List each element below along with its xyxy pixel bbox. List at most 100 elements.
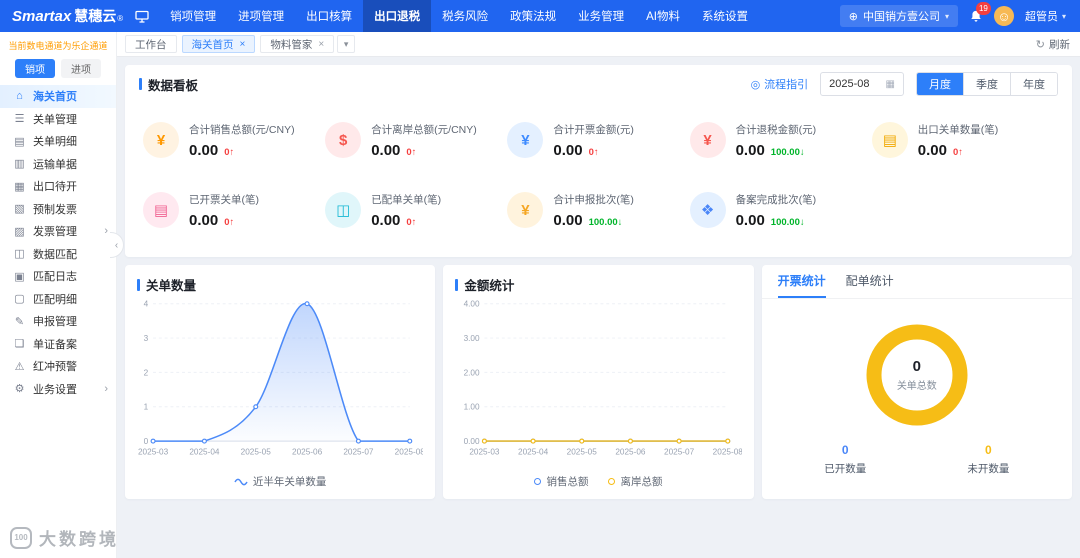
svg-text:2: 2 bbox=[144, 368, 149, 377]
sidebar-item[interactable]: ▨发票管理› bbox=[0, 220, 116, 243]
svg-text:2.00: 2.00 bbox=[464, 368, 480, 377]
refresh-button[interactable]: ↻ 刷新 bbox=[1036, 37, 1070, 52]
legend-fob-total[interactable]: 离岸总额 bbox=[608, 474, 662, 489]
tax-refund-icon: ¥ bbox=[690, 122, 726, 158]
workbench-monitor-icon[interactable] bbox=[135, 10, 149, 23]
stat-delta: 100.00↓ bbox=[771, 147, 805, 158]
sidebar-item[interactable]: ⚠红冲预警 bbox=[0, 355, 116, 378]
process-guide-link[interactable]: ◎ 流程指引 bbox=[751, 76, 809, 92]
sidebar-item[interactable]: ✎申报管理 bbox=[0, 310, 116, 333]
stat-item: ¥合计申报批次(笔)0.00100.00↓ bbox=[507, 181, 689, 239]
amount-stats-header: 金额统计 bbox=[455, 275, 741, 294]
chevron-right-icon: › bbox=[104, 225, 108, 237]
page-tab[interactable]: 物料管家 × bbox=[260, 35, 334, 53]
export-pending-icon: ▦ bbox=[13, 180, 26, 193]
svg-text:2025-04: 2025-04 bbox=[189, 448, 220, 457]
company-selector[interactable]: ⊕ 中国销方壹公司 ▾ bbox=[840, 5, 958, 27]
declaration-list-icon: ☰ bbox=[13, 112, 26, 125]
stat-item: ¥合计销售总额(元/CNY)0.000↑ bbox=[143, 111, 325, 169]
topbar-menu: 销项管理进项管理出口核算出口退税税务风险政策法规业务管理AI物料系统设置 bbox=[159, 0, 759, 32]
sidebar: 当前数电通道为乐企通道 销项进项 ⌂海关首页☰关单管理▤关单明细▥运输单据▦出口… bbox=[0, 32, 117, 558]
period-button[interactable]: 年度 bbox=[1010, 73, 1057, 95]
watermark-text: 大数跨境 bbox=[39, 525, 119, 550]
stat-item: ◫已配单关单(笔)0.000↑ bbox=[325, 181, 507, 239]
sidebar-item[interactable]: ▣匹配日志 bbox=[0, 265, 116, 288]
stat-label: 合计申报批次(笔) bbox=[553, 192, 634, 207]
sidebar-item-label: 匹配明细 bbox=[33, 291, 77, 307]
declaration-count-legend: 近半年关单数量 bbox=[137, 474, 423, 493]
top-menu-item[interactable]: 业务管理 bbox=[567, 0, 635, 32]
declaration-count-panel: 关单数量 012342025-032025-042025-052025-0620… bbox=[125, 265, 435, 499]
main-content: 数据看板 ◎ 流程指引 2025-08 ▦ 月度季度年度 ¥合计销售总额(元/C… bbox=[117, 57, 1080, 558]
stat-item: ¥合计退税金额(元)0.00100.00↓ bbox=[690, 111, 872, 169]
page-tab[interactable]: 工作台 bbox=[125, 35, 177, 53]
sidebar-item[interactable]: ▥运输单据 bbox=[0, 153, 116, 176]
month-picker-value: 2025-08 bbox=[829, 78, 869, 90]
stat-value: 0.00 bbox=[371, 142, 400, 159]
avatar[interactable]: ☺ bbox=[994, 6, 1014, 26]
stat-value-row: 0.000↑ bbox=[371, 142, 477, 159]
legend-sales-total[interactable]: 销售总额 bbox=[534, 474, 588, 489]
stat-delta: 100.00↓ bbox=[771, 217, 805, 228]
stat-value: 0.00 bbox=[736, 212, 765, 229]
svg-text:3: 3 bbox=[144, 334, 149, 343]
sidebar-item[interactable]: ☰ 关单管理 bbox=[0, 108, 116, 131]
sidebar-item[interactable]: ❏单证备案 bbox=[0, 333, 116, 356]
stat-value: 0.00 bbox=[918, 142, 947, 159]
declaration-count-header: 关单数量 bbox=[137, 275, 423, 294]
sidebar-item[interactable]: ▢匹配明细 bbox=[0, 288, 116, 311]
top-menu-item[interactable]: AI物料 bbox=[635, 0, 691, 32]
svg-text:2025-03: 2025-03 bbox=[138, 448, 169, 457]
notification-bell[interactable]: 19 bbox=[969, 9, 983, 24]
top-menu-item[interactable]: 进项管理 bbox=[227, 0, 295, 32]
page-tab[interactable]: 海关首页× bbox=[182, 35, 256, 53]
channel-tab[interactable]: 进项 bbox=[61, 59, 101, 78]
close-icon[interactable]: × bbox=[240, 39, 246, 50]
stat-delta: 0↑ bbox=[953, 147, 963, 158]
legend-declaration-count[interactable]: 近半年关单数量 bbox=[234, 474, 327, 489]
charts-row: 关单数量 012342025-032025-042025-052025-0620… bbox=[125, 265, 1072, 499]
stat-delta: 0↑ bbox=[406, 217, 416, 228]
series-marker-icon bbox=[534, 478, 541, 485]
close-icon[interactable]: × bbox=[318, 39, 324, 50]
stat-item: ▤出口关单数量(笔)0.000↑ bbox=[872, 111, 1054, 169]
sidebar-item[interactable]: ▦出口待开 bbox=[0, 175, 116, 198]
sidebar-item[interactable]: ⚙业务设置› bbox=[0, 378, 116, 401]
period-button[interactable]: 月度 bbox=[917, 73, 963, 95]
amount-stats-legend: 销售总额 离岸总额 bbox=[455, 474, 741, 493]
tab-invoice-stats[interactable]: 开票统计 bbox=[778, 265, 826, 298]
topbar-right: ⊕ 中国销方壹公司 ▾ 19 ☺ 超管员 ▾ bbox=[840, 5, 1080, 27]
sidebar-item[interactable]: ⌂海关首页 bbox=[0, 85, 116, 108]
svg-text:2025-08: 2025-08 bbox=[713, 448, 742, 457]
stat-label: 备案完成批次(笔) bbox=[736, 192, 817, 207]
top-menu-item[interactable]: 出口退税 bbox=[363, 0, 431, 32]
sidebar-item-label: 关单管理 bbox=[33, 111, 77, 127]
page-tab-label: 物料管家 bbox=[270, 37, 312, 52]
stat-delta: 0↑ bbox=[589, 147, 599, 158]
tab-match-stats[interactable]: 配单统计 bbox=[846, 265, 894, 298]
sidebar-item-label: 海关首页 bbox=[33, 88, 77, 104]
top-menu-item[interactable]: 出口核算 bbox=[295, 0, 363, 32]
sidebar-item[interactable]: ▤关单明细 bbox=[0, 130, 116, 153]
user-menu[interactable]: 超管员 ▾ bbox=[1025, 8, 1066, 24]
stat-body: 出口关单数量(笔)0.000↑ bbox=[918, 122, 999, 159]
invoice-donut: 0 关单总数 bbox=[859, 317, 975, 433]
tab-overflow-button[interactable]: ▾ bbox=[337, 35, 355, 53]
stat-delta: 0↑ bbox=[224, 147, 234, 158]
period-button[interactable]: 季度 bbox=[963, 73, 1010, 95]
channel-tab[interactable]: 销项 bbox=[15, 59, 55, 78]
top-menu-item[interactable]: 系统设置 bbox=[691, 0, 759, 32]
svg-text:1.00: 1.00 bbox=[464, 403, 480, 412]
top-menu-item[interactable]: 政策法规 bbox=[499, 0, 567, 32]
month-picker[interactable]: 2025-08 ▦ bbox=[820, 72, 904, 96]
top-menu-item[interactable]: 税务风险 bbox=[431, 0, 499, 32]
svg-text:2025-05: 2025-05 bbox=[567, 448, 598, 457]
company-name: 中国销方壹公司 bbox=[863, 8, 940, 24]
gear-icon: ⚙ bbox=[13, 382, 26, 395]
stat-value-row: 0.00100.00↓ bbox=[553, 212, 634, 229]
chevron-down-icon: ▾ bbox=[945, 12, 949, 21]
chevron-down-icon: ▾ bbox=[1062, 12, 1066, 21]
top-menu-item[interactable]: 销项管理 bbox=[159, 0, 227, 32]
sidebar-item[interactable]: ▧预制发票 bbox=[0, 198, 116, 221]
sidebar-item[interactable]: ◫数据匹配 bbox=[0, 243, 116, 266]
